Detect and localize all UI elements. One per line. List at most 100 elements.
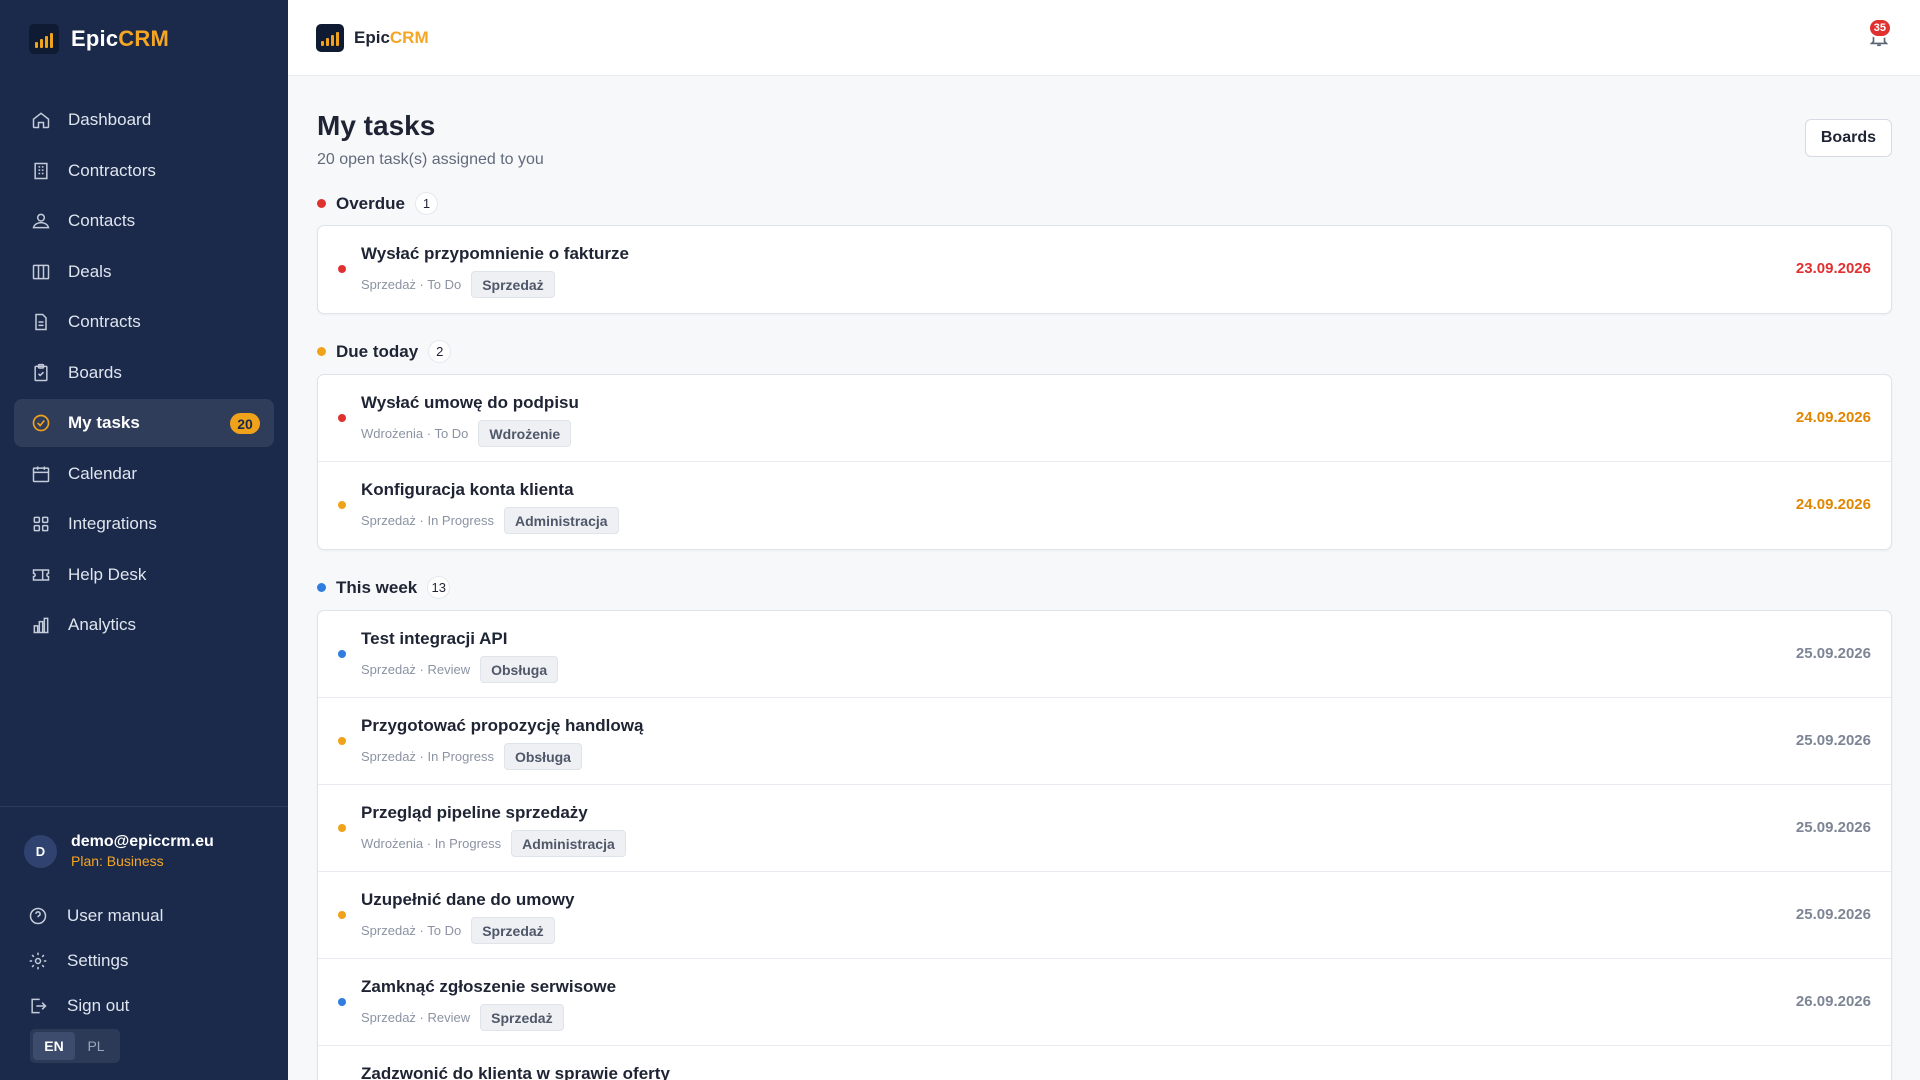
- user-manual-link[interactable]: User manual: [28, 893, 163, 938]
- priority-dot: [338, 414, 346, 422]
- clipboard-icon: [30, 362, 52, 384]
- task-due-date: 24.09.2026: [1795, 496, 1871, 513]
- task-board-status: Sprzedaż · Review: [361, 1010, 471, 1025]
- task-meta: Sprzedaż · To Do Sprzedaż: [361, 271, 555, 298]
- task-due-date: 26.09.2026: [1795, 993, 1871, 1010]
- sidebar-item-help-desk[interactable]: Help Desk: [14, 551, 274, 599]
- sidebar-item-contracts[interactable]: Contracts: [14, 298, 274, 346]
- sidebar: EpicCRM Dashboard Contractors Contacts D…: [0, 0, 288, 1080]
- sidebar-item-contractors[interactable]: Contractors: [14, 147, 274, 195]
- bar-chart-icon: [30, 614, 52, 636]
- task-row[interactable]: Uzupełnić dane do umowy Sprzedaż · To Do…: [318, 872, 1891, 959]
- section-count: 2: [428, 340, 452, 363]
- page-subtitle: 20 open task(s) assigned to you: [317, 151, 544, 168]
- logo-icon: [316, 24, 344, 52]
- sidebar-item-deals[interactable]: Deals: [14, 248, 274, 296]
- task-row[interactable]: Wysłać umowę do podpisu Wdrożenia · To D…: [318, 375, 1891, 462]
- sidebar-item-boards[interactable]: Boards: [14, 349, 274, 397]
- overdue-task-list: Wysłać przypomnienie o fakturze Sprzedaż…: [317, 225, 1892, 314]
- task-row[interactable]: Przygotować propozycję handlową Sprzedaż…: [318, 698, 1891, 785]
- task-title: Test integracji API: [361, 629, 508, 648]
- sidebar-item-calendar[interactable]: Calendar: [14, 450, 274, 498]
- task-title: Konfiguracja konta klienta: [361, 480, 574, 499]
- user-profile[interactable]: D demo@epiccrm.eu Plan: Business: [24, 833, 214, 869]
- settings-link[interactable]: Settings: [28, 938, 163, 983]
- task-board-status: Sprzedaż · To Do: [361, 923, 462, 938]
- section-overdue-header: Overdue 1: [317, 192, 438, 215]
- task-meta: Sprzedaż · In Progress Administracja: [361, 507, 619, 534]
- task-title: Zamknąć zgłoszenie serwisowe: [361, 977, 617, 996]
- task-title: Zadzwonić do klienta w sprawie oferty: [361, 1064, 670, 1080]
- due-today-task-list: Wysłać umowę do podpisu Wdrożenia · To D…: [317, 374, 1892, 550]
- task-tag: Obsługa: [480, 656, 559, 683]
- task-row[interactable]: Zadzwonić do klienta w sprawie oferty: [318, 1046, 1891, 1080]
- task-due-date: 24.09.2026: [1795, 409, 1871, 426]
- boards-button[interactable]: Boards: [1804, 119, 1892, 157]
- sidebar-item-analytics[interactable]: Analytics: [14, 601, 274, 649]
- section-label: Overdue: [336, 193, 405, 213]
- settings-label: Settings: [67, 950, 129, 970]
- task-row[interactable]: Konfiguracja konta klienta Sprzedaż · In…: [318, 462, 1891, 549]
- task-due-date: 25.09.2026: [1795, 906, 1871, 923]
- task-row[interactable]: Zamknąć zgłoszenie serwisowe Sprzedaż · …: [318, 959, 1891, 1046]
- status-dot: [317, 583, 326, 592]
- task-row[interactable]: Przegląd pipeline sprzedaży Wdrożenia · …: [318, 785, 1891, 872]
- sidebar-item-my-tasks[interactable]: My tasks 20: [14, 399, 274, 447]
- task-meta: Wdrożenia · In Progress Administracja: [361, 830, 626, 857]
- section-label: Due today: [336, 341, 419, 361]
- sidebar-item-dashboard[interactable]: Dashboard: [14, 96, 274, 144]
- priority-dot: [338, 265, 346, 273]
- task-row[interactable]: Wysłać przypomnienie o fakturze Sprzedaż…: [318, 226, 1891, 313]
- avatar: D: [24, 834, 57, 868]
- tasks-count-badge: 20: [230, 413, 260, 434]
- task-board-status: Wdrożenia · In Progress: [361, 836, 502, 851]
- grid-icon: [30, 513, 52, 535]
- calendar-icon: [30, 463, 52, 485]
- task-title: Przygotować propozycję handlową: [361, 716, 644, 735]
- page-title: My tasks: [317, 110, 436, 141]
- sidebar-item-label: Deals: [68, 261, 112, 281]
- section-count: 13: [427, 576, 451, 599]
- brand-name: EpicCRM: [354, 28, 429, 47]
- task-due-date: 25.09.2026: [1795, 732, 1871, 749]
- lang-en-button[interactable]: EN: [33, 1032, 75, 1060]
- sign-out-link[interactable]: Sign out: [28, 983, 163, 1028]
- sidebar-item-integrations[interactable]: Integrations: [14, 500, 274, 548]
- language-switcher: EN PL: [30, 1029, 120, 1063]
- task-tag: Sprzedaż: [471, 271, 555, 298]
- priority-dot: [338, 911, 346, 919]
- task-meta: Sprzedaż · In Progress Obsługa: [361, 743, 582, 770]
- task-title: Wysłać przypomnienie o fakturze: [361, 244, 629, 263]
- building-icon: [30, 160, 52, 182]
- user-manual-label: User manual: [67, 905, 164, 925]
- priority-dot: [338, 824, 346, 832]
- task-meta: Sprzedaż · To Do Sprzedaż: [361, 917, 555, 944]
- task-tag: Wdrożenie: [478, 420, 572, 447]
- task-board-status: Sprzedaż · To Do: [361, 277, 462, 292]
- topbar-logo[interactable]: EpicCRM: [316, 24, 429, 52]
- task-tag: Obsługa: [503, 743, 582, 770]
- task-tag: Administracja: [503, 507, 619, 534]
- task-due-date: 23.09.2026: [1795, 260, 1871, 277]
- sidebar-item-label: Analytics: [68, 615, 137, 634]
- task-meta: Wdrożenia · To Do Wdrożenie: [361, 420, 572, 447]
- sidebar-item-label: My tasks: [68, 413, 140, 432]
- task-title: Wysłać umowę do podpisu: [361, 393, 579, 412]
- sidebar-item-contacts[interactable]: Contacts: [14, 197, 274, 245]
- task-tag: Administracja: [511, 830, 626, 857]
- task-row[interactable]: Test integracji API Sprzedaż · Review Ob…: [318, 611, 1891, 698]
- task-board-status: Sprzedaż · Review: [361, 662, 471, 677]
- sidebar-item-label: Calendar: [68, 463, 137, 483]
- priority-dot: [338, 501, 346, 509]
- logo-icon: [29, 24, 59, 54]
- lang-pl-button[interactable]: PL: [75, 1032, 117, 1060]
- columns-icon: [30, 261, 52, 283]
- gear-icon: [28, 951, 50, 971]
- task-due-date: 25.09.2026: [1795, 645, 1871, 662]
- sidebar-logo[interactable]: EpicCRM: [29, 24, 169, 54]
- task-tag: Sprzedaż: [480, 1004, 564, 1031]
- check-circle-icon: [30, 412, 52, 434]
- section-this-week-header: This week 13: [317, 576, 451, 599]
- task-meta: Sprzedaż · Review Obsługa: [361, 656, 559, 683]
- task-board-status: Sprzedaż · In Progress: [361, 513, 494, 528]
